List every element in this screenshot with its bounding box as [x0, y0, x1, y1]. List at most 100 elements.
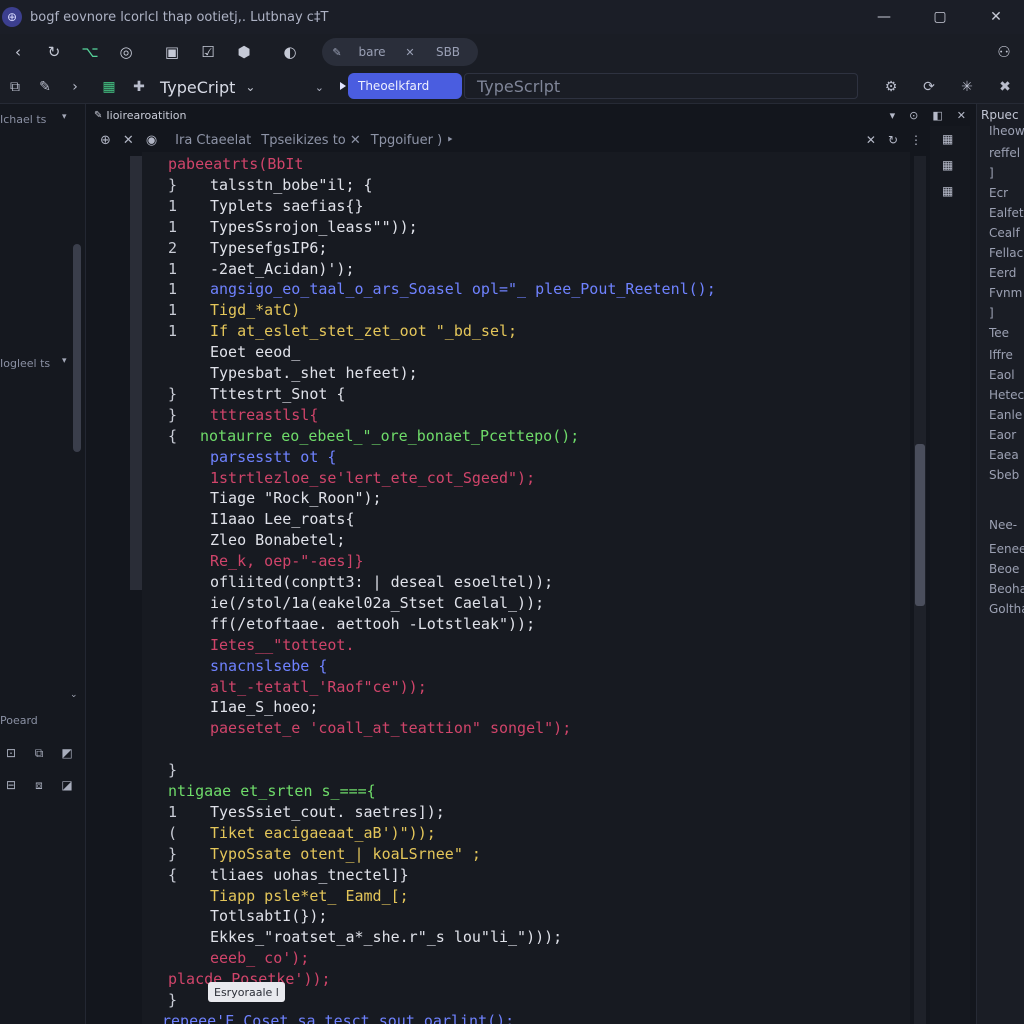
package-icon[interactable]: ⬢	[226, 34, 262, 70]
right-panel-item[interactable]: Goltha	[989, 602, 1024, 616]
right-panel-item[interactable]: ]	[989, 166, 994, 180]
save-icon[interactable]: ▣	[154, 34, 190, 70]
maximize-button[interactable]: ▢	[912, 0, 968, 34]
code-line[interactable]: 1 If at_eslet_stet_zet_oot "_bd_sel;	[142, 321, 910, 342]
right-panel-item[interactable]: reffel	[989, 146, 1020, 160]
target-icon[interactable]: ⊕	[100, 133, 111, 148]
code-line[interactable]: 1strtlezloe_se'lert_ete_cot_Sgeed");	[142, 468, 910, 489]
editor-scrollbar-thumb[interactable]	[915, 444, 925, 606]
plus-icon[interactable]: ✚	[124, 72, 154, 102]
code-line[interactable]: 1 TypesSsrojon_leass""));	[142, 217, 910, 238]
toggle-icon[interactable]: ◐	[272, 34, 308, 70]
editor-tab-title[interactable]: Iioirearoatition	[106, 109, 186, 122]
right-panel-item[interactable]: Ecr	[989, 186, 1008, 200]
search-close-icon[interactable]: ✕	[392, 38, 428, 66]
code-line[interactable]: Typesbat._shet hefeet);	[142, 363, 910, 384]
sidebar-scrollbar[interactable]	[73, 244, 81, 452]
right-panel-item[interactable]: Eaor	[989, 428, 1016, 442]
breadcrumb-item[interactable]: Tpseikizes to ✕	[261, 133, 361, 148]
pin-tab-icon[interactable]: ✎	[94, 110, 102, 121]
file-green-icon[interactable]: ▦	[94, 72, 124, 102]
right-panel-item[interactable]: Eaol	[989, 368, 1015, 382]
grid-icon[interactable]: ▦	[942, 158, 956, 172]
code-line[interactable]: 1 -2aet_Acidan)');	[142, 259, 910, 280]
chevron-right-icon[interactable]: ›	[60, 72, 90, 102]
breadcrumb-item[interactable]: Ira Ctaeelat	[175, 133, 251, 148]
more-icon[interactable]: ⋮	[910, 133, 922, 147]
code-line[interactable]: Re_k, oep-"-aes]}	[142, 551, 910, 572]
stack-icon[interactable]: ⧈	[30, 776, 48, 794]
right-panel-item[interactable]: Tee	[989, 326, 1009, 340]
code-line[interactable]: Ietes__"totteot.	[142, 635, 910, 656]
debug-icon[interactable]: ✳	[948, 70, 986, 104]
right-panel-item[interactable]: Ealfet	[989, 206, 1024, 220]
right-panel-item[interactable]: ]	[989, 306, 994, 320]
user-icon[interactable]: ⚇	[986, 34, 1022, 70]
right-panel-item[interactable]: Fellac	[989, 246, 1023, 260]
right-panel-item[interactable]: Iheow	[989, 124, 1024, 138]
code-line[interactable]: ntigaae et_srten s_==={	[142, 781, 910, 802]
right-panel-item[interactable]: Nee-	[989, 518, 1017, 532]
record-icon[interactable]: ◉	[146, 133, 157, 148]
code-line[interactable]: I1ae_S_hoeo;	[142, 697, 910, 718]
code-line[interactable]: Tiage "Rock_Roon");	[142, 488, 910, 509]
minimize-button[interactable]: —	[856, 0, 912, 34]
split-editor-icon[interactable]: ◧	[932, 109, 942, 122]
code-line[interactable]: 1 angsigo_eo_taal_o_ars_Soasel opl="_ ple…	[142, 279, 910, 300]
grid-icon[interactable]: ▦	[942, 184, 956, 198]
active-tab-chip[interactable]: Theoelkfard	[340, 73, 462, 99]
panel-icon[interactable]: ◪	[58, 776, 76, 794]
code-line[interactable]: (Tiket eacigaeaat_aB')"));	[142, 823, 910, 844]
code-line[interactable]: ff(/etoftaae. aettooh -Lotstleak"));	[142, 614, 910, 635]
code-line[interactable]: I1aao Lee_roats{	[142, 509, 910, 530]
settings-gear-icon[interactable]: ⚙	[872, 70, 910, 104]
code-line[interactable]: {tliaes uohas_tnectel]}	[142, 865, 910, 886]
target-icon[interactable]: ◎	[108, 34, 144, 70]
code-line[interactable]: Tiapp psle*et_ Eamd_[;	[142, 886, 910, 907]
code-line[interactable]: repeee'E Coset sa_tesct_sout oarlint();	[142, 1011, 910, 1024]
code-line[interactable]: }	[142, 760, 910, 781]
right-panel-item[interactable]: Sbeb	[989, 468, 1019, 482]
extensions-icon[interactable]: ✖	[986, 70, 1024, 104]
code-line[interactable]: TotlsabtI(});	[142, 906, 910, 927]
code-line[interactable]: } tttreastlsl{	[142, 405, 910, 426]
git-branch-icon[interactable]: ⌥	[72, 34, 108, 70]
close-icon[interactable]: ✕	[123, 133, 134, 148]
right-panel-item[interactable]: Eerd	[989, 266, 1016, 280]
language-select[interactable]: TypeCript ⌄ ⌄	[160, 74, 328, 100]
code-line[interactable]: 1 Tigd_*atC)	[142, 300, 910, 321]
code-line[interactable]	[142, 739, 910, 760]
sidebar-collapse-icon[interactable]: ⌄	[70, 690, 78, 700]
sync-icon[interactable]: ↻	[888, 133, 898, 147]
code-line[interactable]: eeeb_ co');	[142, 948, 910, 969]
code-line[interactable]: } TypoSsate otent_| koaLSrnee" ;	[142, 844, 910, 865]
right-panel-item[interactable]: Beoha	[989, 582, 1024, 596]
code-line[interactable]: parsesstt ot {	[142, 447, 910, 468]
dropdown-icon[interactable]: ▾	[890, 109, 896, 122]
copy-icon[interactable]: ⧉	[0, 72, 30, 102]
code-line[interactable]: {notaurre eo_ebeel_"_ore_bonaet_Pcettepo…	[142, 426, 910, 447]
right-panel-item[interactable]: Fvnm	[989, 286, 1022, 300]
open-icon[interactable]: ⊙	[909, 109, 918, 122]
tab-input-box[interactable]: TypeScrlpt	[464, 73, 858, 99]
collapse-icon[interactable]: ✕	[866, 133, 876, 147]
code-line[interactable]: 1 TyesSsiet_cout. saetres]);	[142, 802, 910, 823]
close-window-button[interactable]: ✕	[968, 0, 1024, 34]
code-line[interactable]: 2 TypesefgsIP6;	[142, 238, 910, 259]
code-line[interactable]: } talsstn_bobe"il; {	[142, 175, 910, 196]
back-icon[interactable]: ‹	[0, 34, 36, 70]
code-line[interactable]: Eoet eeod_	[142, 342, 910, 363]
code-line[interactable]: paesetet_e 'coall_at_teattion" songel");	[142, 718, 910, 739]
sidebar-section-2[interactable]: Iogleel ts	[0, 357, 50, 370]
right-panel-item[interactable]: Eaea	[989, 448, 1019, 462]
code-line[interactable]: Zleo Bonabetel;	[142, 530, 910, 551]
right-panel-item[interactable]: Cealf	[989, 226, 1020, 240]
code-line[interactable]: ofliited(conptt3: | deseal esoeltel));	[142, 572, 910, 593]
code-line[interactable]: Ekkes_"roatset_a*_she.r"_s lou"li_")));	[142, 927, 910, 948]
refresh-icon[interactable]: ↻	[36, 34, 72, 70]
sidebar-section-1[interactable]: Ichael ts	[0, 113, 46, 126]
pin-icon[interactable]: ◩	[58, 744, 76, 762]
right-panel-item[interactable]: Eenee	[989, 542, 1024, 556]
sync-icon[interactable]: ⟳	[910, 70, 948, 104]
search-pill[interactable]: ✎ bare ✕ SBB	[322, 38, 478, 66]
